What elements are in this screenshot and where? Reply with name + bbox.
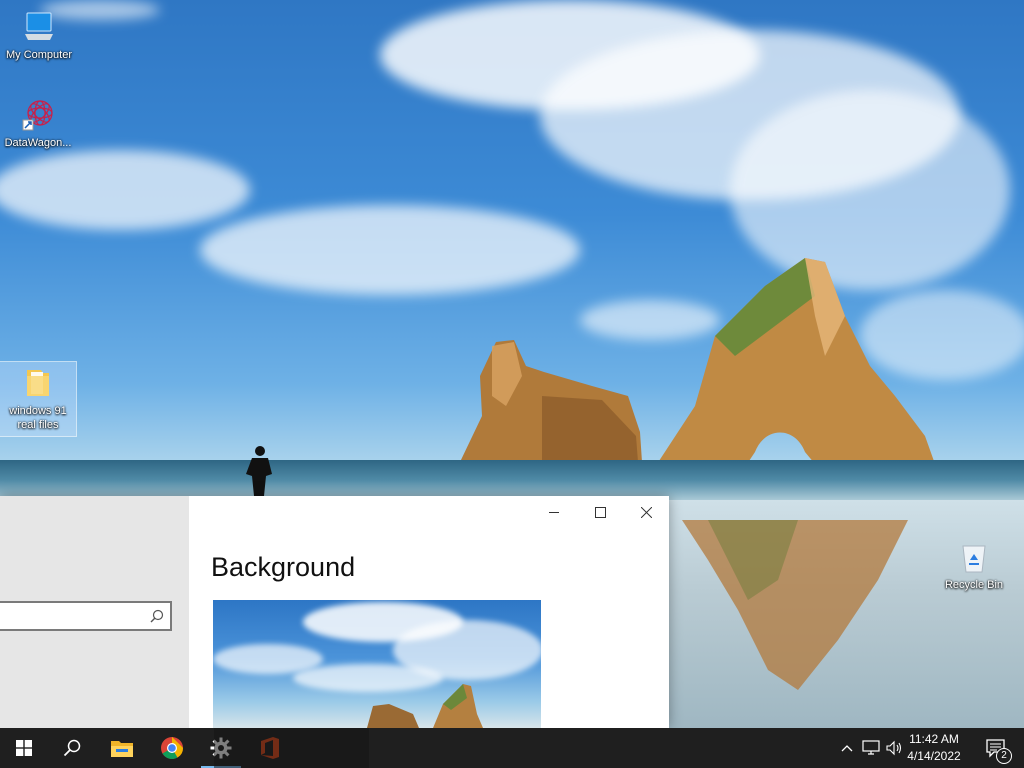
start-button[interactable] (0, 728, 48, 768)
maximize-button[interactable] (577, 496, 623, 528)
settings-nav-pane (0, 496, 189, 728)
recycle-bin-icon (957, 540, 991, 574)
taskbar-clock[interactable]: 11:42 AM 4/14/2022 (902, 731, 966, 765)
network-button[interactable] (862, 739, 880, 757)
taskbar: 11:42 AM 4/14/2022 2 (0, 728, 1024, 768)
clock-time: 11:42 AM (909, 732, 959, 746)
wallpaper-rock-right (657, 258, 935, 464)
wallpaper-sea (0, 460, 1024, 500)
background-preview (213, 600, 541, 728)
wallpaper-cloud (0, 150, 250, 230)
search-icon (150, 609, 164, 623)
chevron-up-icon (841, 745, 853, 752)
maximize-icon (594, 506, 606, 518)
desktop-icon-datawagon[interactable]: DataWagon... (0, 98, 76, 150)
page-title: Background (211, 552, 356, 582)
desktop-icon-label: My Computer (5, 49, 73, 61)
chrome-button[interactable] (148, 728, 196, 768)
settings-search-input[interactable] (6, 607, 140, 624)
close-button[interactable] (623, 496, 669, 528)
action-center-button[interactable]: 2 (984, 736, 1012, 764)
windows-logo-icon (16, 740, 32, 756)
minimize-icon (549, 511, 559, 513)
wallpaper-cloud (200, 205, 580, 295)
folder-icon (111, 741, 133, 757)
wallpaper-rock-left (460, 340, 642, 462)
clock-date: 4/14/2022 (907, 749, 961, 763)
show-hidden-icons-button[interactable] (838, 739, 856, 757)
notification-count-badge: 2 (996, 748, 1012, 764)
computer-icon (22, 10, 56, 44)
taskbar-preview-strip (214, 728, 369, 768)
desktop-icon-label: windows 91 real files (9, 405, 67, 431)
taskbar-search-button[interactable] (48, 728, 96, 768)
settings-window: Background (0, 496, 669, 728)
wallpaper-person (246, 446, 272, 496)
settings-search-box[interactable] (0, 601, 172, 631)
close-icon (640, 506, 652, 518)
desktop-icon-label: DataWagon... (4, 137, 72, 149)
desktop-icon-label: Recycle Bin (944, 579, 1004, 591)
minimize-button[interactable] (531, 496, 577, 528)
wallpaper-rock-reflection (682, 520, 908, 690)
search-icon (63, 739, 81, 757)
datawagon-icon (21, 98, 55, 132)
desktop-icon-my-computer[interactable]: My Computer (1, 10, 77, 62)
desktop-icon-windows-91-real-files[interactable]: windows 91 real files (0, 361, 77, 437)
chrome-icon (161, 737, 183, 759)
desktop-icon-recycle-bin[interactable]: Recycle Bin (936, 540, 1012, 592)
file-explorer-button[interactable] (98, 728, 146, 768)
folder-icon (21, 366, 55, 400)
network-icon (862, 740, 880, 755)
